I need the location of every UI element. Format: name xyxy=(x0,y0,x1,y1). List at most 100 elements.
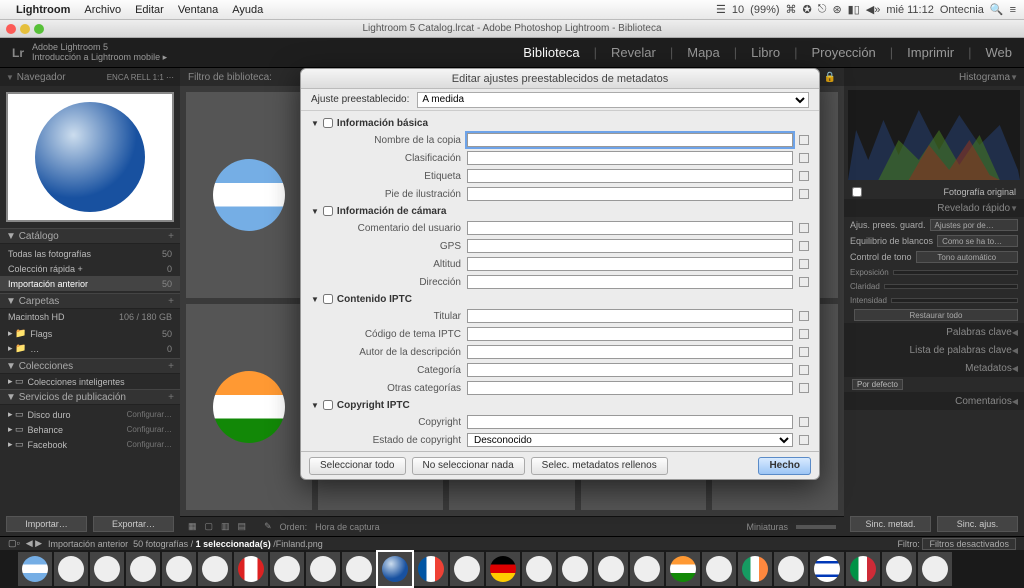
view-survey-icon[interactable]: ▤ xyxy=(238,521,247,532)
carpetas-header[interactable]: ▼ Carpetas+ xyxy=(0,293,180,309)
navigator-preview[interactable] xyxy=(6,92,174,222)
field-checkbox[interactable] xyxy=(799,383,809,393)
filmstrip-thumb[interactable] xyxy=(126,552,160,586)
filmstrip-thumb[interactable] xyxy=(702,552,736,586)
metadata-group-header[interactable]: ▼Contenido IPTC xyxy=(301,291,819,307)
histogram-header[interactable]: Histograma ▼ xyxy=(844,68,1024,86)
filmstrip[interactable] xyxy=(0,550,1024,588)
field-checkbox[interactable] xyxy=(799,347,809,357)
status-icon[interactable]: ☰ xyxy=(716,3,726,16)
filmstrip-thumb[interactable] xyxy=(594,552,628,586)
filmstrip-thumb[interactable] xyxy=(306,552,340,586)
menubar-clock[interactable]: mié 11:12 xyxy=(886,4,934,16)
select-none-button[interactable]: No seleccionar nada xyxy=(412,457,525,475)
minimize-button[interactable] xyxy=(20,24,30,34)
keywords-header[interactable]: Palabras clave ◀ xyxy=(844,323,1024,341)
status-icon[interactable]: ⌘ xyxy=(786,3,797,16)
original-photo-toggle[interactable]: Fotografía original xyxy=(844,184,1024,199)
notification-center-icon[interactable]: ≡ xyxy=(1010,4,1016,16)
grid-cell[interactable] xyxy=(186,304,312,510)
metadata-input[interactable] xyxy=(467,169,793,183)
filmstrip-thumb[interactable] xyxy=(918,552,952,586)
metadata-input[interactable] xyxy=(467,221,793,235)
preset-select[interactable]: A medida xyxy=(417,92,809,108)
grid-cell[interactable] xyxy=(186,92,312,298)
module-imprimir[interactable]: Imprimir xyxy=(907,45,954,60)
metadata-preset[interactable]: Por defecto xyxy=(852,379,903,390)
reset-all-button[interactable]: Restaurar todo xyxy=(854,309,1018,321)
spotlight-icon[interactable]: 🔍 xyxy=(990,3,1004,16)
catalog-row[interactable]: Todas las fotografías50 xyxy=(0,246,180,261)
field-checkbox[interactable] xyxy=(799,171,809,181)
module-revelar[interactable]: Revelar xyxy=(611,45,656,60)
metadata-input[interactable] xyxy=(467,187,793,201)
filmstrip-thumb[interactable] xyxy=(774,552,808,586)
metadata-input[interactable] xyxy=(467,363,793,377)
filmstrip-thumb[interactable] xyxy=(90,552,124,586)
filmstrip-thumb[interactable] xyxy=(18,552,52,586)
module-web[interactable]: Web xyxy=(986,45,1013,60)
filmstrip-thumb[interactable] xyxy=(234,552,268,586)
service-row[interactable]: ▸ ▭FacebookConfigurar… xyxy=(0,437,180,452)
clarity-stepper[interactable] xyxy=(884,284,1018,289)
done-button[interactable]: Hecho xyxy=(758,457,811,475)
metadata-input[interactable] xyxy=(467,381,793,395)
import-button[interactable]: Importar… xyxy=(6,516,87,532)
lock-icon[interactable]: 🔒 xyxy=(824,72,836,83)
metadata-input[interactable] xyxy=(467,275,793,289)
copyright-status-select[interactable]: Desconocido xyxy=(467,433,793,447)
keyword-list-header[interactable]: Lista de palabras clave ◀ xyxy=(844,341,1024,359)
field-checkbox[interactable] xyxy=(799,259,809,269)
field-checkbox[interactable] xyxy=(799,189,809,199)
filmstrip-thumb[interactable] xyxy=(486,552,520,586)
nav-arrows[interactable]: ◀ ▶ xyxy=(26,538,42,549)
filmstrip-thumb[interactable] xyxy=(450,552,484,586)
metadata-input[interactable] xyxy=(467,415,793,429)
field-checkbox[interactable] xyxy=(799,365,809,375)
nav-modes[interactable]: ENCA RELL 1:1 ⋯ xyxy=(107,73,174,82)
field-checkbox[interactable] xyxy=(799,135,809,145)
module-libro[interactable]: Libro xyxy=(751,45,780,60)
thumb-size-slider[interactable] xyxy=(796,525,836,529)
filmstrip-thumb[interactable] xyxy=(270,552,304,586)
metadata-input[interactable] xyxy=(467,345,793,359)
metadata-group-header[interactable]: ▼Copyright IPTC xyxy=(301,397,819,413)
sync-metadata-button[interactable]: Sinc. metad. xyxy=(850,516,931,532)
metadata-input[interactable] xyxy=(467,327,793,341)
service-row[interactable]: ▸ ▭Disco duroConfigurar… xyxy=(0,407,180,422)
catalog-row[interactable]: Importación anterior50 xyxy=(0,276,180,291)
comments-header[interactable]: Comentarios ◀ xyxy=(844,392,1024,410)
painter-icon[interactable]: ✎ xyxy=(264,521,272,532)
sync-settings-button[interactable]: Sinc. ajus. xyxy=(937,516,1018,532)
folder-row[interactable]: ▸ 📁Flags50 xyxy=(0,326,180,341)
metadata-input[interactable] xyxy=(467,239,793,253)
filmstrip-thumb[interactable] xyxy=(522,552,556,586)
collection-row[interactable]: ▸ ▭Colecciones inteligentes xyxy=(0,374,180,389)
field-checkbox[interactable] xyxy=(799,241,809,251)
sort-value[interactable]: Hora de captura xyxy=(315,522,380,532)
field-checkbox[interactable] xyxy=(799,153,809,163)
filmstrip-thumb[interactable] xyxy=(378,552,412,586)
filmstrip-thumb[interactable] xyxy=(414,552,448,586)
export-button[interactable]: Exportar… xyxy=(93,516,174,532)
saved-preset-select[interactable]: Ajustes por de… xyxy=(930,219,1018,231)
filmstrip-thumb[interactable] xyxy=(810,552,844,586)
metadata-group-header[interactable]: ▼Información de cámara xyxy=(301,203,819,219)
metadata-input[interactable] xyxy=(467,309,793,323)
vibrance-stepper[interactable] xyxy=(891,298,1018,303)
select-all-button[interactable]: Seleccionar todo xyxy=(309,457,406,475)
filmstrip-thumb[interactable] xyxy=(882,552,916,586)
status-battery-icon[interactable]: ▮▯ xyxy=(848,3,860,16)
folder-row[interactable]: ▸ 📁…0 xyxy=(0,341,180,356)
lr-subtitle2[interactable]: Introducción a Lightroom mobile ▸ xyxy=(32,53,167,63)
metadata-input[interactable] xyxy=(467,257,793,271)
strip-filter-select[interactable]: Filtros desactivados xyxy=(922,538,1016,550)
quick-develop-header[interactable]: Revelado rápido ▼ xyxy=(844,199,1024,217)
menubar-user[interactable]: Ontecnia xyxy=(940,4,984,16)
status-wifi-icon[interactable]: ⊛ xyxy=(832,3,841,16)
menu-editar[interactable]: Editar xyxy=(135,4,164,16)
menu-ayuda[interactable]: Ayuda xyxy=(232,4,263,16)
field-checkbox[interactable] xyxy=(799,311,809,321)
catalogo-header[interactable]: ▼ Catálogo+ xyxy=(0,228,180,244)
filmstrip-thumb[interactable] xyxy=(198,552,232,586)
